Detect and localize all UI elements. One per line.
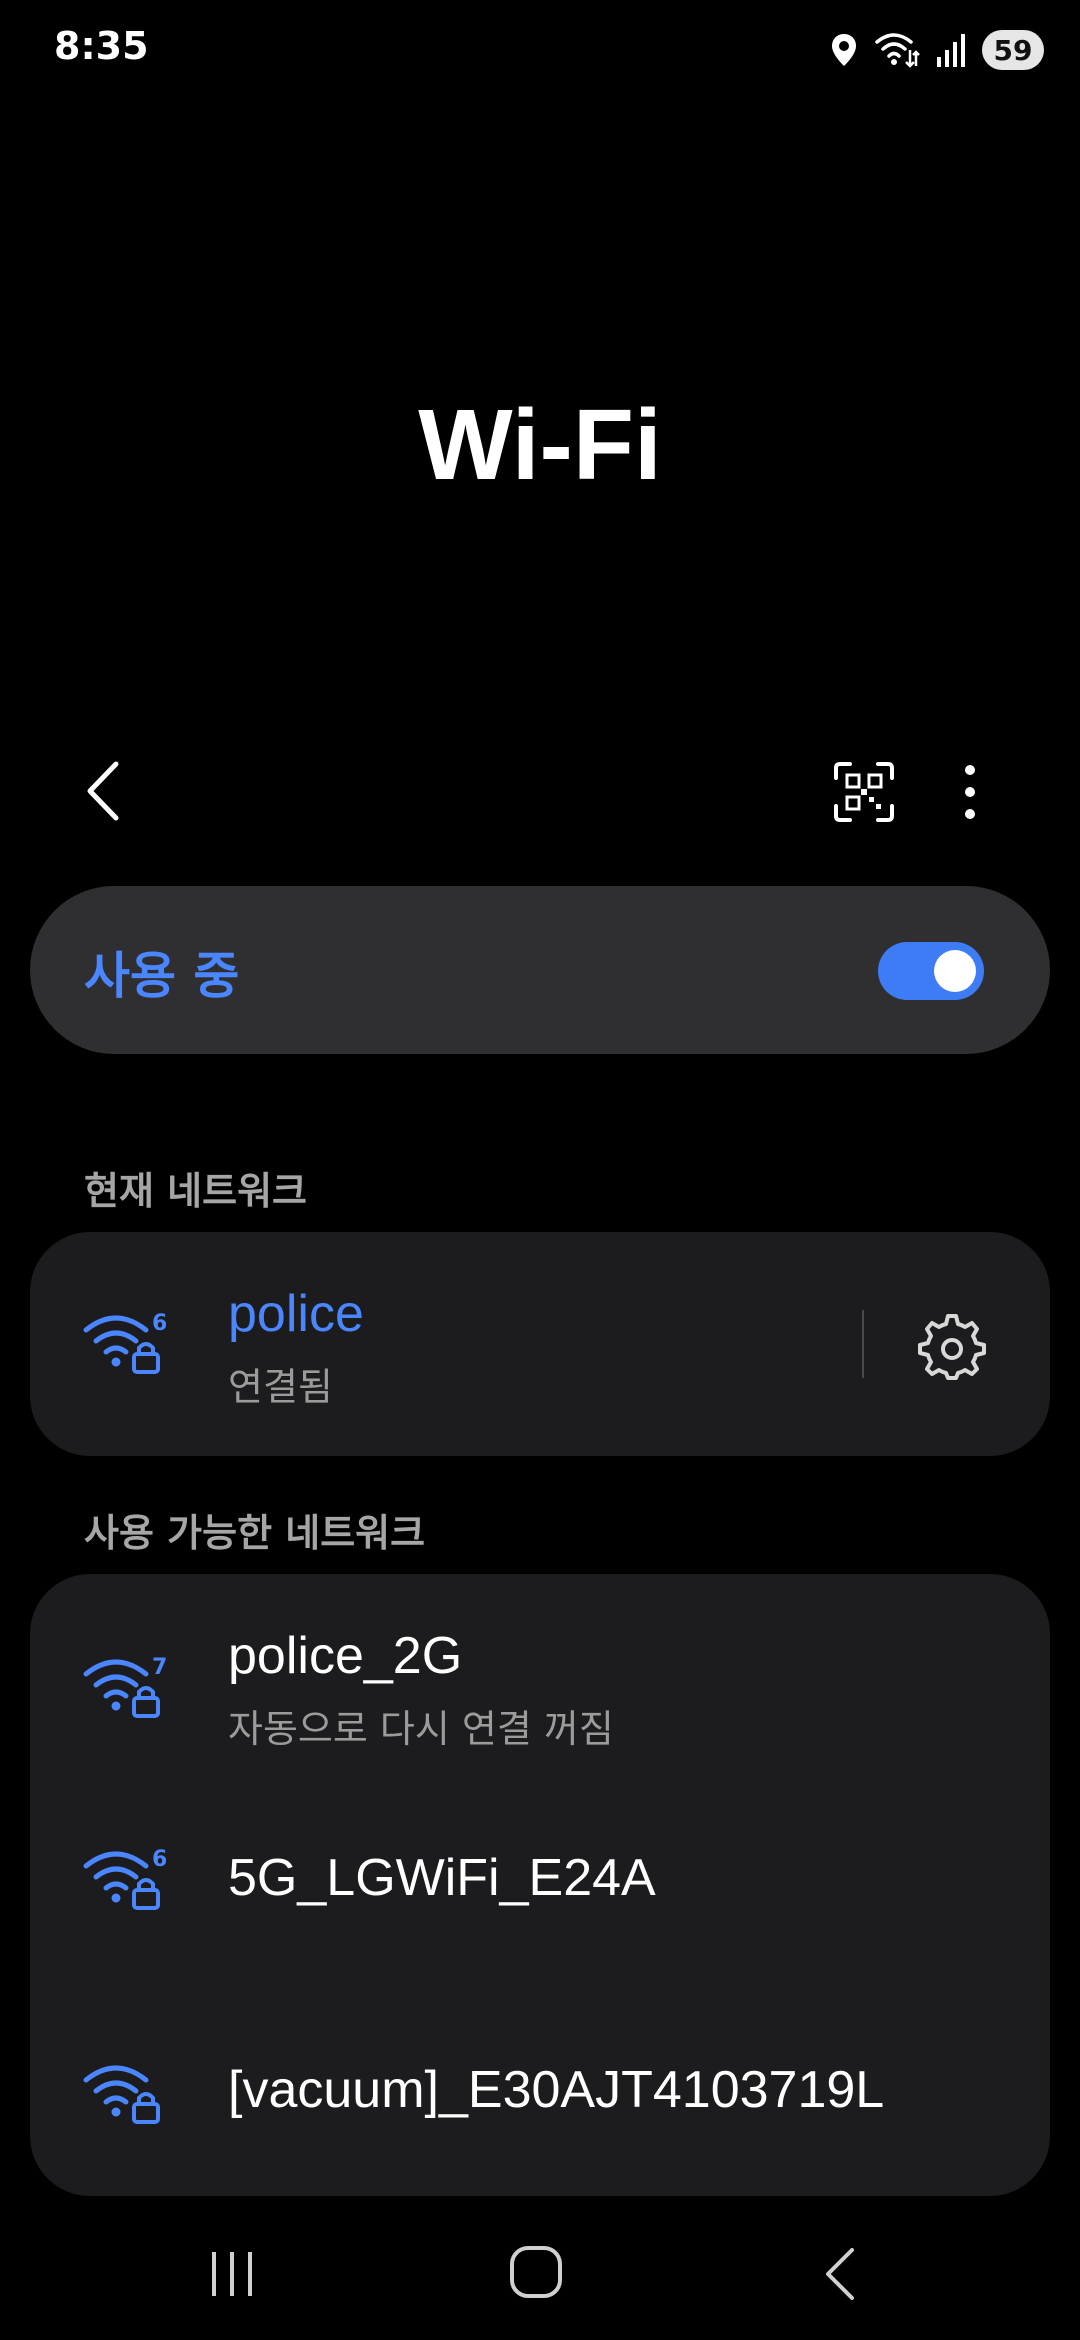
status-icons: 59 [814,26,1044,74]
network-name: police [228,1285,364,1343]
page-title: Wi-Fi [418,389,662,501]
recents-button[interactable] [208,2246,258,2302]
network-item[interactable]: 6 5G_LGWiFi_E24A [30,1794,1050,1994]
wifi-switch[interactable] [878,942,984,1000]
home-button[interactable] [508,2244,564,2300]
wifi-generation-label: 7 [152,1655,166,1680]
qr-scan-button[interactable] [832,760,896,824]
wifi-lock-icon: 7 [83,1655,166,1718]
more-options-icon [965,765,975,819]
network-name: police_2G [228,1627,463,1685]
more-options-button[interactable] [950,758,990,826]
signal-icon [936,33,966,67]
gear-icon[interactable] [918,1312,986,1380]
back-nav-button[interactable] [820,2244,860,2304]
back-button[interactable] [74,756,134,826]
current-network-header: 현재 네트워크 [84,1169,307,1213]
divider [862,1310,864,1378]
network-item[interactable]: [vacuum]_E30AJT4103719L [30,1994,1050,2196]
wifi-generation-label: 6 [152,1847,166,1872]
network-status: 연결됨 [228,1365,333,1409]
wifi-master-toggle[interactable]: 사용 중 [30,886,1050,1054]
wifi-generation-label: 6 [152,1311,166,1336]
status-bar: 8:35 59 [0,0,1080,100]
current-network-card: 6 police 연결됨 [30,1232,1050,1456]
network-name: [vacuum]_E30AJT4103719L [228,2061,885,2119]
switch-knob [934,950,976,992]
available-networks-header: 사용 가능한 네트워크 [84,1511,426,1555]
home-icon [510,2246,562,2298]
network-item[interactable]: 7 police_2G 자동으로 다시 연결 꺼짐 [30,1574,1050,1794]
network-status: 자동으로 다시 연결 꺼짐 [228,1707,614,1751]
battery-indicator: 59 [982,30,1044,70]
current-network-row[interactable]: 6 police 연결됨 [30,1232,1050,1456]
available-networks-card: 7 police_2G 자동으로 다시 연결 꺼짐 6 5G_LGWiFi_E2… [30,1574,1050,2196]
wifi-lock-icon: 6 [83,1847,166,1910]
wifi-lock-icon [83,2065,160,2124]
qr-scan-icon [834,762,894,822]
status-time: 8:35 [54,24,149,68]
location-icon [830,32,858,68]
master-toggle-label: 사용 중 [84,947,240,1005]
network-name: 5G_LGWiFi_E24A [228,1849,656,1907]
recents-icon [212,2252,252,2296]
navigation-bar [0,2220,1080,2340]
wifi-lock-icon: 6 [83,1311,166,1374]
wifi-data-icon [874,30,920,70]
back-nav-icon [826,2248,854,2300]
back-icon [87,761,119,821]
